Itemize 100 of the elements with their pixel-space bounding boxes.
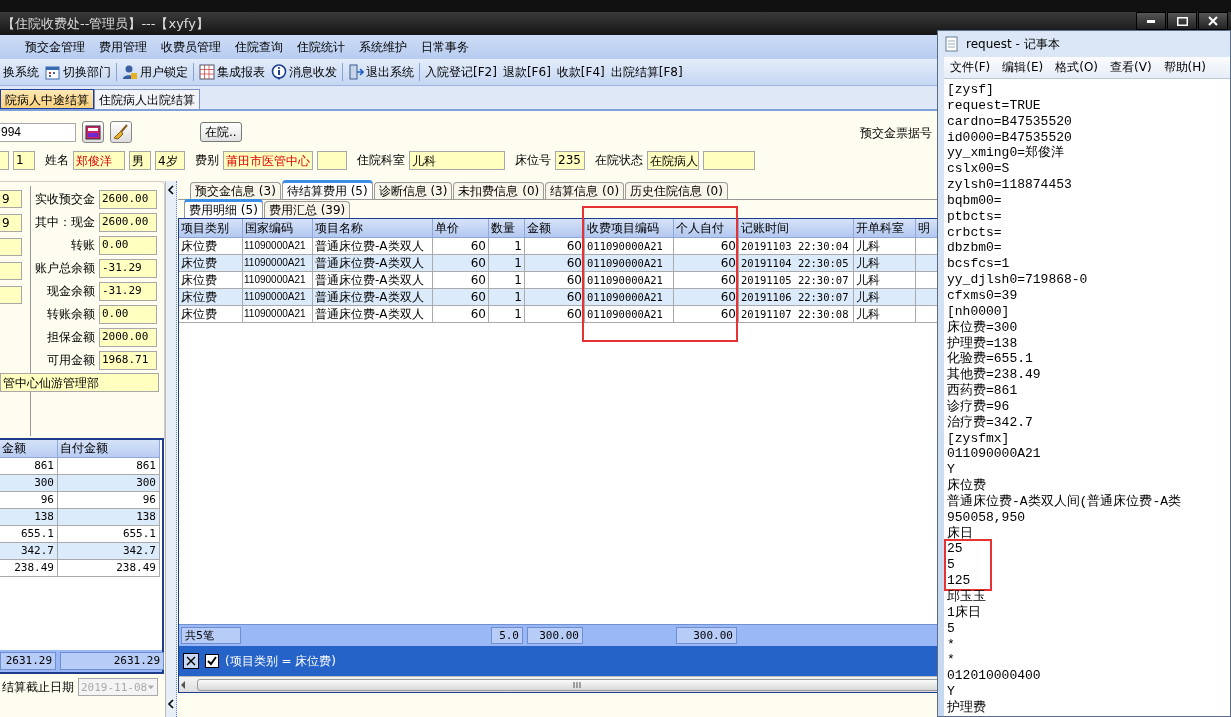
- table-cell: 300: [0, 475, 58, 492]
- summary-cell: 300.00: [676, 627, 737, 644]
- collapse-icon: [167, 185, 175, 195]
- table-cell: 60: [674, 289, 739, 306]
- text-line: 邱玉玉: [947, 589, 987, 605]
- table-cell: 普通床位费-A类双人: [313, 255, 433, 272]
- tab[interactable]: 费用明细 (5): [184, 199, 263, 218]
- toolbar-button[interactable]: 退款[F6]: [499, 63, 554, 81]
- column-header[interactable]: 明: [916, 219, 937, 238]
- menu-item[interactable]: 预交金管理: [18, 38, 92, 56]
- patient-field: 郑俊洋: [73, 150, 125, 170]
- table-cell: 20191107 22:30:08: [739, 306, 854, 323]
- amount-field: 2000.00: [99, 328, 157, 347]
- text-line: crbcts=: [947, 224, 1003, 241]
- text-line: 诊疗费=96: [947, 398, 1011, 415]
- status-button[interactable]: 在院..: [200, 122, 242, 142]
- text-line: 5: [947, 557, 956, 574]
- broom-button[interactable]: [110, 121, 132, 143]
- tab[interactable]: 费用汇总 (39): [263, 201, 351, 218]
- filter-checkbox[interactable]: [205, 654, 219, 668]
- amount-field: 2600.00: [99, 213, 157, 232]
- column-header[interactable]: 国家编码: [243, 219, 313, 238]
- toolbar-button[interactable]: 退出系统: [345, 63, 417, 81]
- menu-item[interactable]: 编辑(E): [996, 59, 1050, 76]
- patient-field: 235: [555, 150, 585, 170]
- menu-item[interactable]: 收费员管理: [154, 38, 228, 56]
- tab[interactable]: 诊断信息 (3): [373, 182, 453, 199]
- minimize-button[interactable]: [1136, 12, 1166, 30]
- menu-item[interactable]: 住院统计: [290, 38, 352, 56]
- menu-item[interactable]: 文件(F): [944, 59, 997, 76]
- toolbar-button[interactable]: 收款[F4]: [553, 63, 608, 81]
- text-line: 25: [947, 541, 964, 558]
- text-line: 012010000400: [947, 668, 1042, 685]
- tab[interactable]: 院病人中途结算: [0, 89, 94, 109]
- horizontal-scrollbar[interactable]: [179, 676, 937, 692]
- menu-item[interactable]: 住院查询: [228, 38, 290, 56]
- card-number-field[interactable]: 994: [0, 122, 76, 142]
- clear-filter-button[interactable]: [183, 653, 199, 669]
- toolbar-button[interactable]: 换系统: [0, 63, 42, 81]
- card-icon: [85, 124, 101, 140]
- table-cell: 238.49: [0, 560, 58, 577]
- menu-item[interactable]: 系统维护: [352, 38, 414, 56]
- close-button[interactable]: [1198, 12, 1228, 30]
- column-header[interactable]: 项目名称: [313, 219, 433, 238]
- table-cell: 1: [489, 306, 525, 323]
- toolbar-button[interactable]: 消息收发: [268, 63, 340, 81]
- column-header[interactable]: 收费项目编码: [585, 219, 674, 238]
- menu-item[interactable]: 日常事务: [414, 38, 476, 56]
- toolbar-button[interactable]: 切换部门: [42, 63, 114, 81]
- column-header[interactable]: 个人自付: [674, 219, 739, 238]
- patient-field: 儿科: [409, 150, 505, 170]
- column-header[interactable]: 开单科室: [854, 219, 916, 238]
- text-line: dbzbm0=: [947, 240, 1003, 257]
- summary-cell: 300.00: [527, 627, 583, 644]
- text-line: 普通床位费-A类双人间(普通床位费-A类: [947, 493, 1182, 510]
- toolbar-button[interactable]: 用户锁定: [119, 63, 191, 81]
- text-line: [nh0000]: [947, 303, 1011, 320]
- menu-item[interactable]: 帮助(H): [1157, 59, 1212, 76]
- toolbar-button[interactable]: 入院登记[F2]: [422, 63, 500, 81]
- text-line: ptbcts=: [947, 208, 1003, 225]
- field-label: 在院状态: [595, 151, 643, 169]
- filter-text: (项目类别 = 床位费): [225, 652, 337, 670]
- column-header[interactable]: 金额: [525, 219, 585, 238]
- tab[interactable]: 住院病人出院结算: [94, 89, 200, 109]
- tab[interactable]: 待结算费用 (5): [281, 180, 373, 199]
- amount-field: 2600.00: [99, 190, 157, 209]
- column-header[interactable]: 数量: [489, 219, 525, 238]
- text-line: Y: [947, 462, 956, 478]
- table-cell: 普通床位费-A类双人: [313, 306, 433, 323]
- table-cell: 238.49: [58, 560, 160, 577]
- field-label: 实收预交金: [35, 191, 95, 208]
- text-line: request=TRUE: [947, 97, 1042, 114]
- amount-field: 1968.71: [99, 351, 157, 370]
- patient-field: 1: [13, 150, 35, 170]
- table-cell: 11090000A21: [243, 289, 313, 306]
- field-label: 可用金额: [46, 352, 95, 369]
- table-cell: 60: [433, 306, 489, 323]
- column-header[interactable]: 单价: [433, 219, 489, 238]
- address-field: 管中心仙游管理部: [0, 373, 159, 392]
- tab[interactable]: 未扣费信息 (0): [453, 182, 545, 199]
- menu-item[interactable]: 查看(V): [1104, 59, 1158, 76]
- text-line: 床位费: [947, 478, 987, 494]
- toolbar-button[interactable]: 集成报表: [196, 63, 268, 81]
- column-header[interactable]: 记账时间: [739, 219, 854, 238]
- text-line: cardno=B47535520: [947, 113, 1073, 130]
- tab[interactable]: 结算信息 (0): [545, 182, 625, 199]
- menu-item[interactable]: 格式(O): [1049, 59, 1105, 76]
- maximize-button[interactable]: [1167, 12, 1197, 30]
- menu-item[interactable]: 费用管理: [92, 38, 154, 56]
- check-icon: [206, 655, 218, 667]
- field-label: 住院科室: [357, 151, 405, 169]
- maximize-icon: [1176, 16, 1188, 26]
- text-line: id0000=B47535520: [947, 129, 1073, 145]
- toolbar-button[interactable]: 出院结算[F8]: [607, 63, 686, 81]
- column-header[interactable]: 项目类别: [179, 219, 243, 238]
- tab[interactable]: 预交金信息 (3): [190, 182, 281, 199]
- tab[interactable]: 历史住院信息 (0): [625, 182, 728, 199]
- card-button[interactable]: [82, 121, 104, 143]
- value-field: 9: [0, 190, 22, 208]
- table-cell: 儿科: [854, 306, 916, 323]
